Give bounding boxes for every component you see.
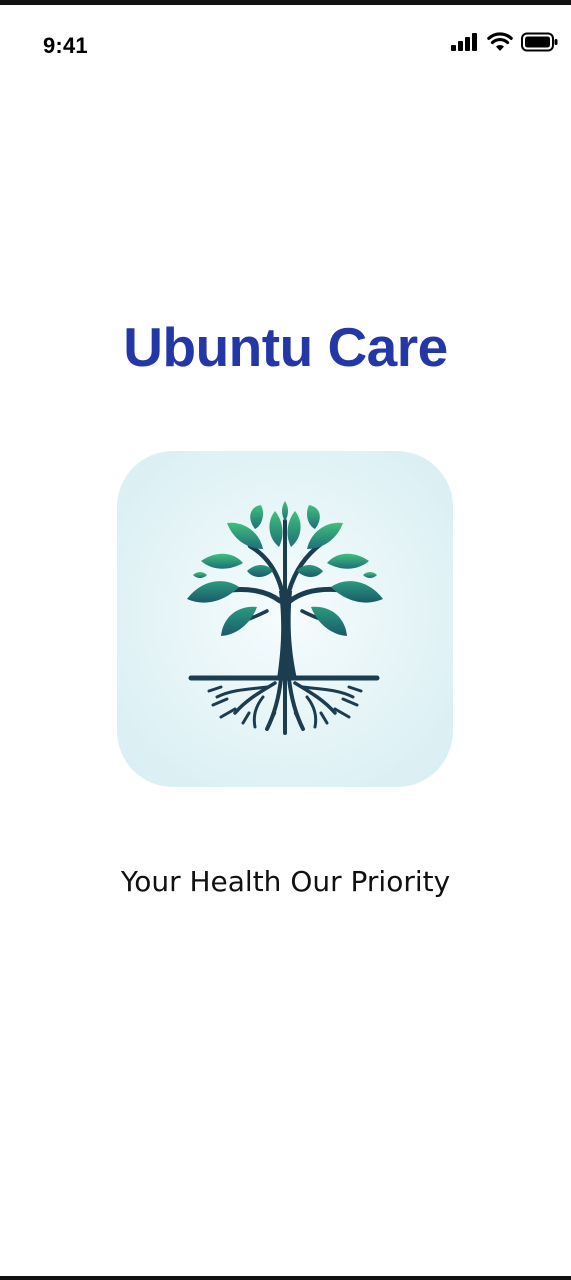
status-icons (451, 31, 559, 53)
app-title: Ubuntu Care (123, 316, 448, 378)
battery-icon (521, 32, 559, 52)
cellular-signal-icon (451, 33, 479, 51)
tagline: Your Health Our Priority (120, 865, 451, 898)
app-logo-tile (117, 451, 453, 787)
bottom-edge (0, 1276, 571, 1280)
splash-screen: 9:41 Ubuntu Care Your Health Our Priorit… (0, 0, 571, 1280)
tree-of-life-logo (187, 501, 383, 735)
status-bar: 9:41 (0, 5, 571, 85)
wifi-icon (487, 32, 513, 52)
status-time: 9:41 (43, 33, 88, 58)
